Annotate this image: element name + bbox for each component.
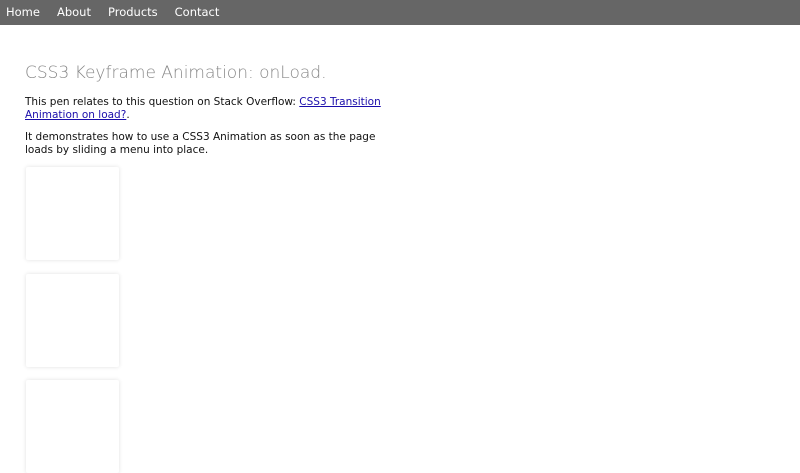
intro-suffix: . <box>126 109 130 121</box>
intro-paragraph: This pen relates to this question on Sta… <box>25 96 405 122</box>
nav-link-home[interactable]: Home <box>6 0 40 25</box>
nav-link-contact[interactable]: Contact <box>175 0 220 25</box>
menu-card <box>26 274 119 367</box>
menu-card <box>26 380 119 473</box>
page-title: CSS3 Keyframe Animation: onLoad. <box>25 63 327 83</box>
top-nav-bar: Home About Products Contact <box>0 0 800 25</box>
main-content: CSS3 Keyframe Animation: onLoad. This pe… <box>25 62 405 473</box>
nav-link-products[interactable]: Products <box>108 0 158 25</box>
nav-link-about[interactable]: About <box>57 0 91 25</box>
intro-text: This pen relates to this question on Sta… <box>25 96 300 108</box>
menu-card <box>26 167 119 260</box>
description-paragraph: It demonstrates how to use a CSS3 Animat… <box>25 131 376 156</box>
